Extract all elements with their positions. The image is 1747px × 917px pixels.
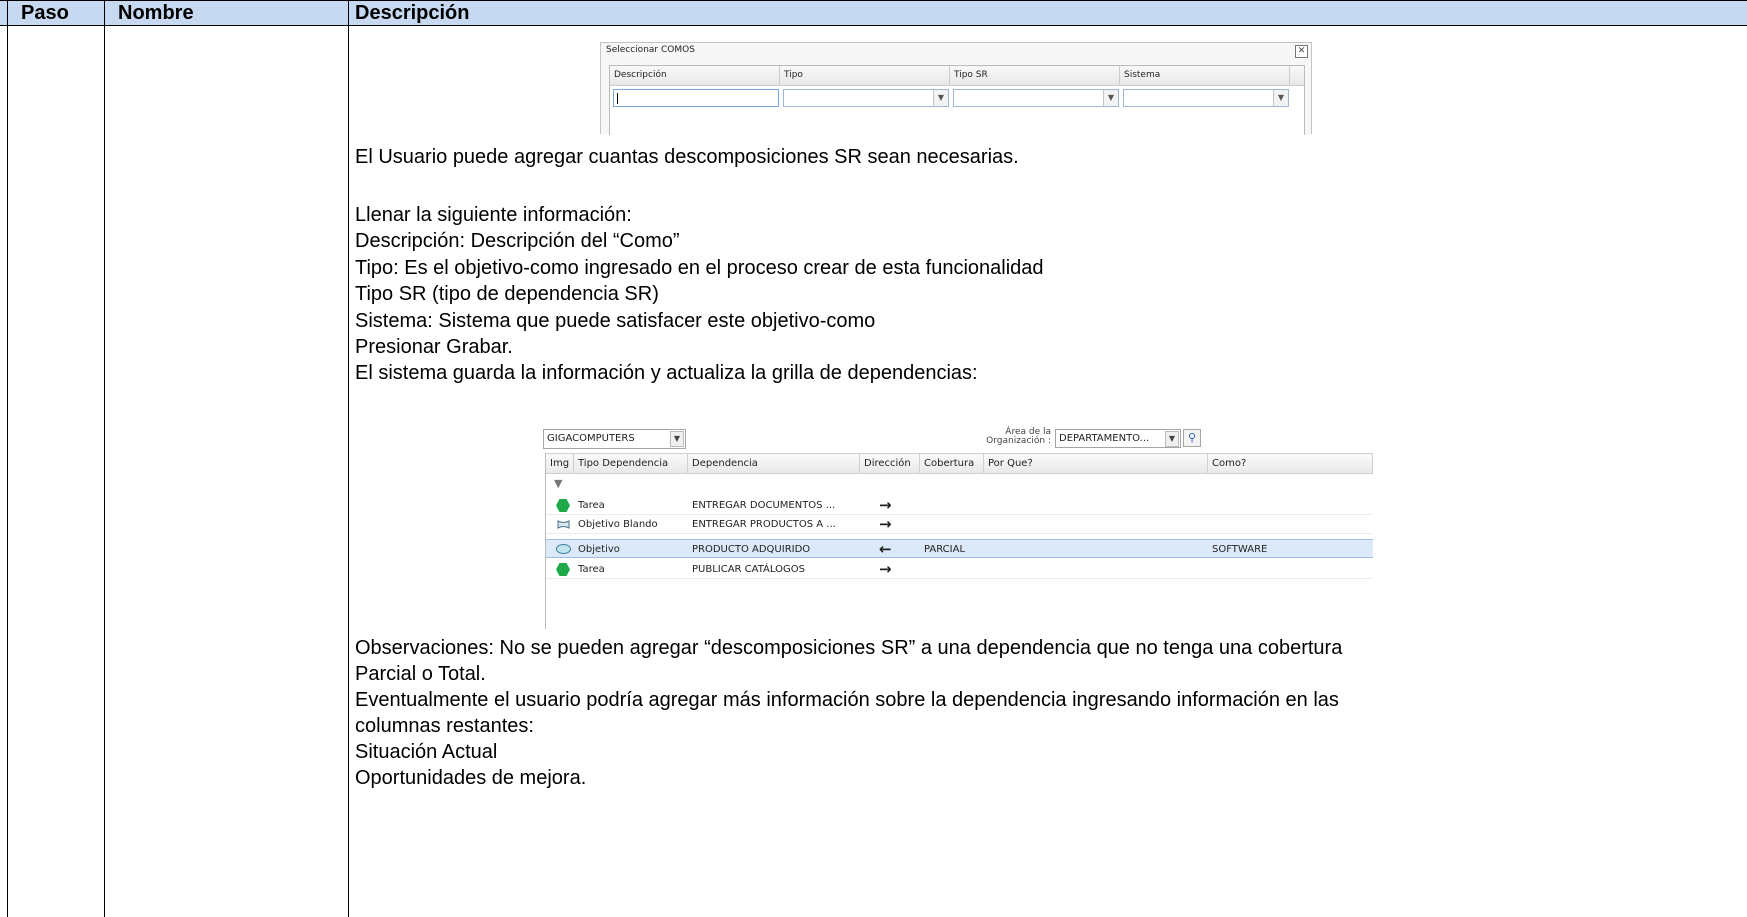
table-top-border [0, 0, 1747, 1]
col-img: Img [546, 454, 574, 473]
organization-select[interactable]: GIGACOMPUTERS ▼ [543, 429, 686, 449]
text-line: Tipo SR (tipo de dependencia SR) [355, 283, 659, 305]
text-line: Tipo: Es el objetivo-como ingresado en e… [355, 257, 1044, 279]
row-dependencia: ENTREGAR DOCUMENTOS ... [692, 500, 836, 511]
dependency-grid: GIGACOMPUTERS ▼ Área de la Organización … [541, 425, 1373, 629]
chevron-down-icon[interactable]: ▼ [1273, 90, 1288, 106]
oval-goal-icon [556, 544, 571, 554]
table-row[interactable]: Objetivo Blando ENTREGAR PRODUCTOS A ...… [546, 515, 1373, 534]
organization-value: GIGACOMPUTERS [547, 433, 635, 444]
table-left-border [7, 0, 8, 917]
filter-row: ▼ [546, 474, 1373, 494]
descripcion-input[interactable] [613, 89, 779, 107]
row-tipo: Tarea [578, 500, 605, 511]
text-line: Sistema: Sistema que puede satisfacer es… [355, 310, 876, 332]
text-line: El sistema guarda la información y actua… [355, 362, 978, 384]
green-hexagon-icon [556, 499, 570, 512]
chevron-down-icon[interactable]: ▼ [933, 90, 948, 106]
arrow-right-icon: → [879, 496, 892, 514]
dialog-title: Seleccionar COMOS [606, 45, 695, 55]
text-line: Eventualmente el usuario podría agregar … [355, 689, 1339, 711]
arrow-left-icon: ← [879, 540, 892, 558]
green-hexagon-icon [556, 563, 570, 576]
col-sistema: Sistema [1120, 66, 1290, 85]
col-por-que: Por Que? [984, 454, 1208, 473]
chevron-down-icon[interactable]: ▼ [1103, 90, 1118, 106]
table-row[interactable]: Tarea ENTREGAR DOCUMENTOS ... → [546, 496, 1373, 515]
row-tipo: Tarea [578, 564, 605, 575]
row-dependencia: PUBLICAR CATÁLOGOS [692, 564, 805, 575]
text-line: columnas restantes: [355, 715, 534, 737]
col-tipo: Tipo [780, 66, 950, 85]
area-select[interactable]: DEPARTAMENTO... ▼ [1055, 429, 1181, 448]
text-line: Oportunidades de mejora. [355, 767, 587, 789]
col-tipo-dependencia: Tipo Dependencia [574, 454, 688, 473]
chevron-down-icon[interactable]: ▼ [670, 431, 684, 447]
row-tipo: Objetivo [578, 544, 620, 555]
row-tipo: Objetivo Blando [578, 519, 658, 530]
row-como: SOFTWARE [1212, 544, 1268, 555]
chevron-down-icon[interactable]: ▼ [1165, 431, 1179, 447]
col-tipo-sr: Tipo SR [950, 66, 1120, 85]
area-label-line2: Organización : [986, 436, 1051, 446]
tipo-sr-select[interactable]: ▼ [953, 89, 1119, 107]
area-value: DEPARTAMENTO... [1059, 433, 1150, 444]
header-nombre: Nombre [118, 2, 194, 24]
search-icon[interactable]: ⚲ [1183, 429, 1201, 447]
text-line: El Usuario puede agregar cuantas descomp… [355, 146, 1019, 168]
col-como: Como? [1208, 454, 1373, 473]
soft-goal-icon [557, 520, 570, 529]
col-direccion: Dirección [860, 454, 920, 473]
column-divider-1 [104, 0, 105, 917]
text-line: Situación Actual [355, 741, 498, 763]
area-label: Área de la Organización : [977, 428, 1051, 446]
comos-grid-header: Descripción Tipo Tipo SR Sistema [610, 66, 1304, 86]
row-dependencia: ENTREGAR PRODUCTOS A ... [692, 519, 836, 530]
text-line: Observaciones: No se pueden agregar “des… [355, 637, 1343, 659]
row-cobertura: PARCIAL [924, 544, 966, 555]
row-dependencia: PRODUCTO ADQUIRIDO [692, 544, 811, 555]
sistema-select[interactable]: ▼ [1123, 89, 1289, 107]
close-icon[interactable]: ✕ [1295, 45, 1308, 58]
dependency-grid-header: Img Tipo Dependencia Dependencia Direcci… [546, 453, 1373, 474]
text-line: Presionar Grabar. [355, 336, 513, 358]
arrow-right-icon: → [879, 560, 892, 578]
text-line: Parcial o Total. [355, 663, 486, 685]
col-dependencia: Dependencia [688, 454, 860, 473]
col-cobertura: Cobertura [920, 454, 984, 473]
tipo-select[interactable]: ▼ [783, 89, 949, 107]
col-descripcion: Descripción [610, 66, 780, 85]
header-paso: Paso [21, 2, 69, 24]
text-line: Llenar la siguiente información: [355, 204, 632, 226]
filter-icon[interactable]: ▼ [554, 477, 562, 490]
table-row[interactable]: Objetivo PRODUCTO ADQUIRIDO ← PARCIAL SO… [546, 539, 1373, 558]
header-descripcion: Descripción [355, 2, 470, 24]
comos-form-grid: Descripción Tipo Tipo SR Sistema ▼ ▼ ▼ [609, 65, 1305, 135]
text-line: Descripción: Descripción del “Como” [355, 230, 680, 252]
column-divider-2 [348, 0, 349, 917]
seleccionar-comos-dialog: Seleccionar COMOS ✕ Descripción Tipo Tip… [600, 42, 1312, 135]
arrow-right-icon: → [879, 515, 892, 533]
table-row[interactable]: Tarea PUBLICAR CATÁLOGOS → [546, 560, 1373, 579]
text-caret [617, 93, 618, 104]
